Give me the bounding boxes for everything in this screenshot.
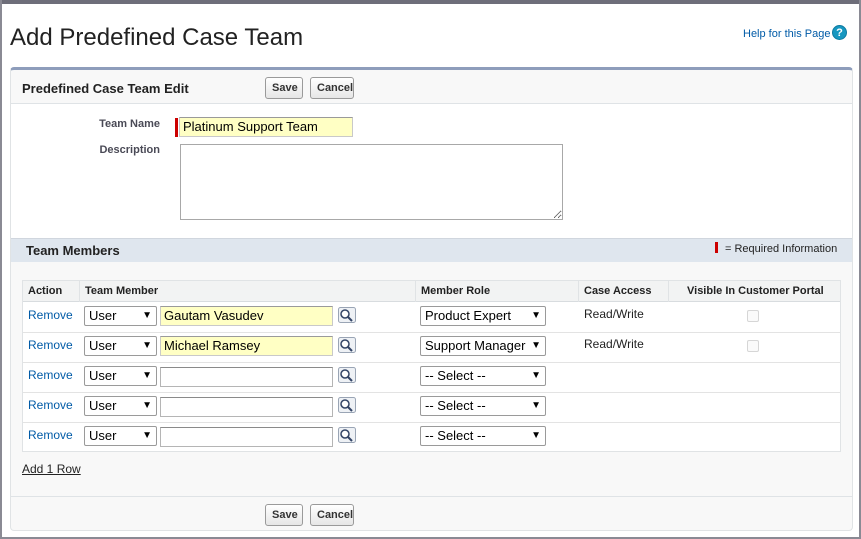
column-header-case-access: Case Access	[584, 285, 652, 297]
team-name-label: Team Name	[99, 118, 160, 130]
case-access-row-2: Read/Write	[584, 337, 644, 351]
member-role-select-row-4[interactable]: -- Select -- ▼	[420, 396, 546, 416]
footer-divider	[11, 496, 852, 497]
member-type-value: User	[89, 308, 117, 323]
column-header-action: Action	[28, 285, 63, 297]
member-role-select-row-5[interactable]: -- Select -- ▼	[420, 426, 546, 446]
member-role-value: Product Expert	[425, 308, 511, 323]
column-separator	[415, 281, 416, 302]
description-textarea[interactable]	[180, 144, 563, 220]
team-name-input[interactable]: Platinum Support Team	[179, 117, 353, 137]
row-divider	[23, 362, 840, 363]
panel-title: Predefined Case Team Edit	[22, 81, 189, 96]
remove-link-row-4[interactable]: Remove	[28, 398, 73, 412]
visible-portal-checkbox-row-1[interactable]	[747, 310, 759, 322]
add-row-link[interactable]: Add 1 Row	[22, 462, 81, 476]
member-role-select-row-1[interactable]: Product Expert ▼	[420, 306, 546, 326]
window-frame-left	[0, 0, 2, 539]
member-type-value: User	[89, 428, 117, 443]
remove-link-row-3[interactable]: Remove	[28, 368, 73, 382]
chevron-down-icon: ▼	[142, 430, 152, 441]
magnifier-icon[interactable]	[338, 337, 356, 353]
member-type-value: User	[89, 338, 117, 353]
column-separator	[79, 281, 80, 302]
magnifier-icon[interactable]	[338, 307, 356, 323]
magnifier-icon[interactable]	[338, 427, 356, 443]
member-role-value: Support Manager	[425, 338, 526, 353]
row-divider	[23, 332, 840, 333]
chevron-down-icon: ▼	[142, 400, 152, 411]
page-title: Add Predefined Case Team	[10, 24, 304, 51]
member-type-select-row-4[interactable]: User ▼	[84, 396, 157, 416]
remove-link-row-5[interactable]: Remove	[28, 428, 73, 442]
description-label: Description	[99, 144, 160, 156]
member-role-value: -- Select --	[425, 398, 486, 413]
cancel-button-top[interactable]: Cancel	[310, 77, 354, 99]
visible-portal-checkbox-row-2[interactable]	[747, 340, 759, 352]
team-member-input-row-3[interactable]	[160, 367, 333, 387]
column-separator	[578, 281, 579, 302]
member-type-select-row-3[interactable]: User ▼	[84, 366, 157, 386]
member-role-select-row-3[interactable]: -- Select -- ▼	[420, 366, 546, 386]
help-link[interactable]: Help for this Page	[743, 28, 830, 40]
required-legend-marker	[715, 242, 718, 253]
team-member-input-row-2[interactable]: Michael Ramsey	[160, 336, 333, 356]
member-role-select-row-2[interactable]: Support Manager ▼	[420, 336, 546, 356]
remove-link-row-2[interactable]: Remove	[28, 338, 73, 352]
chevron-down-icon: ▼	[142, 340, 152, 351]
chevron-down-icon: ▼	[531, 340, 541, 351]
chevron-down-icon: ▼	[142, 310, 152, 321]
chevron-down-icon: ▼	[531, 370, 541, 381]
team-member-input-row-1[interactable]: Gautam Vasudev	[160, 306, 333, 326]
member-type-value: User	[89, 368, 117, 383]
magnifier-icon[interactable]	[338, 367, 356, 383]
member-type-select-row-2[interactable]: User ▼	[84, 336, 157, 356]
team-members-title: Team Members	[26, 243, 120, 258]
column-header-member-role: Member Role	[421, 285, 491, 297]
column-header-visible-portal: Visible In Customer Portal	[687, 285, 824, 297]
member-role-value: -- Select --	[425, 368, 486, 383]
column-separator	[668, 281, 669, 302]
magnifier-icon[interactable]	[338, 397, 356, 413]
chevron-down-icon: ▼	[142, 370, 152, 381]
save-button-bottom[interactable]: Save	[265, 504, 303, 526]
case-access-row-1: Read/Write	[584, 307, 644, 321]
team-member-input-row-5[interactable]	[160, 427, 333, 447]
member-type-value: User	[89, 398, 117, 413]
chevron-down-icon: ▼	[531, 400, 541, 411]
help-icon[interactable]: ?	[832, 25, 847, 40]
row-divider	[23, 392, 840, 393]
member-type-select-row-5[interactable]: User ▼	[84, 426, 157, 446]
chevron-down-icon: ▼	[531, 430, 541, 441]
window-top-bar	[0, 0, 861, 4]
cancel-button-bottom[interactable]: Cancel	[310, 504, 354, 526]
remove-link-row-1[interactable]: Remove	[28, 308, 73, 322]
column-header-team-member: Team Member	[85, 285, 159, 297]
required-marker	[175, 118, 178, 137]
member-role-value: -- Select --	[425, 428, 486, 443]
member-type-select-row-1[interactable]: User ▼	[84, 306, 157, 326]
row-divider	[23, 422, 840, 423]
save-button-top[interactable]: Save	[265, 77, 303, 99]
required-legend-text: = Required Information	[725, 243, 838, 255]
chevron-down-icon: ▼	[531, 310, 541, 321]
team-member-input-row-4[interactable]	[160, 397, 333, 417]
